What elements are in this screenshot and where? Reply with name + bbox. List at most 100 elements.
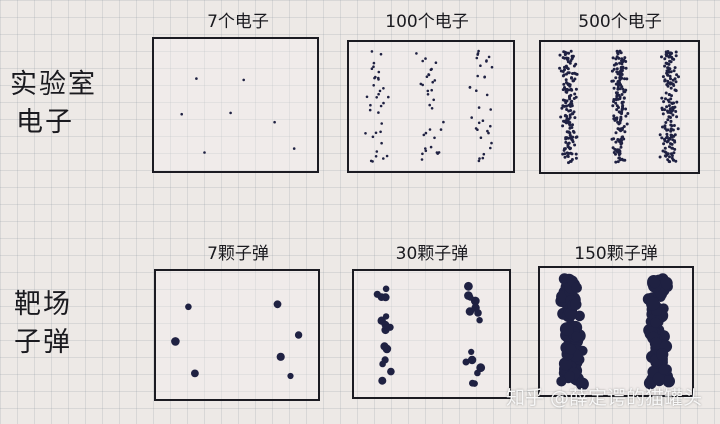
dot xyxy=(292,147,296,150)
dot xyxy=(380,141,383,145)
dot xyxy=(426,89,430,93)
dot xyxy=(663,108,667,112)
dot xyxy=(625,122,629,126)
dot xyxy=(614,101,618,105)
dot xyxy=(229,111,232,115)
dot xyxy=(574,152,578,156)
dot xyxy=(621,100,625,104)
panel-bullets-150 xyxy=(538,266,694,397)
dot xyxy=(561,98,565,102)
dot xyxy=(669,142,672,146)
row-label-lab: 实验室 电子 xyxy=(10,66,97,142)
dots-bullets-150 xyxy=(555,273,675,391)
dot xyxy=(437,151,441,154)
dot xyxy=(379,130,382,134)
dot xyxy=(424,149,428,153)
dot xyxy=(660,136,664,140)
dot xyxy=(377,78,380,81)
dot xyxy=(421,83,424,87)
panel-electrons-7 xyxy=(152,37,319,173)
dot xyxy=(424,131,428,135)
dot xyxy=(424,147,427,150)
dot xyxy=(428,103,431,107)
dot xyxy=(615,70,619,74)
dot xyxy=(614,62,618,66)
dot xyxy=(612,114,616,118)
dot xyxy=(663,146,667,150)
dot xyxy=(615,108,619,112)
dot xyxy=(574,62,578,66)
dot xyxy=(573,143,577,147)
dot xyxy=(476,128,479,131)
dot xyxy=(624,60,628,63)
dot xyxy=(663,64,667,68)
dot xyxy=(426,93,430,96)
sketch-canvas: 实验室 电子 靶场 子弹 7个电子 100个电子 500个电子 7颗子弹 30颗… xyxy=(0,0,720,424)
dot xyxy=(624,114,628,118)
dot xyxy=(378,376,387,385)
dot xyxy=(675,115,679,119)
dot xyxy=(616,138,620,142)
dot xyxy=(382,101,385,105)
dot xyxy=(618,152,622,155)
dot xyxy=(619,145,623,149)
dot xyxy=(561,124,565,128)
dot xyxy=(568,84,572,88)
dot xyxy=(618,61,622,65)
dot xyxy=(171,337,180,346)
dot xyxy=(185,303,192,311)
dot xyxy=(203,151,206,154)
dot xyxy=(489,108,492,111)
dot xyxy=(377,70,381,74)
dot xyxy=(673,77,677,81)
dot xyxy=(661,75,665,79)
dot xyxy=(663,139,667,143)
dot xyxy=(611,79,615,83)
dot xyxy=(485,93,489,97)
dot xyxy=(464,281,473,291)
dot xyxy=(476,74,479,78)
dot xyxy=(470,116,473,119)
dot xyxy=(617,156,621,160)
dot xyxy=(616,50,620,54)
panel-label-electrons-100: 100个电子 xyxy=(385,12,469,32)
dot xyxy=(656,348,669,361)
dot xyxy=(674,110,678,113)
dot xyxy=(649,277,661,289)
dot xyxy=(428,128,432,131)
dot xyxy=(374,155,378,158)
dot xyxy=(563,147,567,151)
dot xyxy=(489,124,492,128)
row-label-range: 靶场 子弹 xyxy=(14,286,72,362)
dot xyxy=(562,50,566,54)
dot xyxy=(673,66,677,70)
dot xyxy=(563,155,567,159)
dot xyxy=(618,82,622,86)
dot xyxy=(379,104,383,108)
dot xyxy=(612,86,616,90)
dot xyxy=(571,54,575,58)
dot xyxy=(564,119,567,123)
dot xyxy=(558,53,562,57)
dot xyxy=(558,66,562,70)
dot xyxy=(667,81,671,85)
dot xyxy=(424,57,427,60)
dot xyxy=(430,88,433,92)
dot xyxy=(666,66,670,70)
dot xyxy=(371,135,375,139)
dot xyxy=(381,320,390,329)
dot xyxy=(482,152,486,156)
panel-electrons-500 xyxy=(539,40,700,174)
dot xyxy=(570,126,574,129)
dot xyxy=(433,79,437,82)
dot xyxy=(368,108,372,112)
dot xyxy=(379,360,386,368)
dot xyxy=(666,118,670,122)
dot xyxy=(666,139,670,143)
dot xyxy=(561,56,565,60)
panel-bullets-30 xyxy=(352,269,511,399)
dot xyxy=(621,65,625,69)
dot xyxy=(670,124,674,128)
dot xyxy=(372,61,376,65)
dot xyxy=(665,62,669,66)
